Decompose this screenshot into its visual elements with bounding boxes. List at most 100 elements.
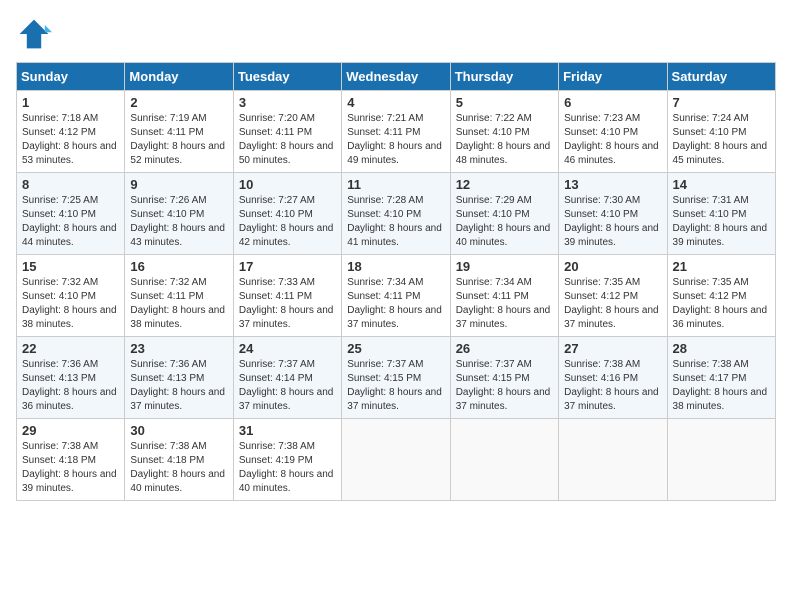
day-info: Sunrise: 7:24 AMSunset: 4:10 PMDaylight:… [673,112,770,168]
day-info: Sunrise: 7:38 AMSunset: 4:17 PMDaylight:… [673,358,770,414]
day-info: Sunrise: 7:35 AMSunset: 4:12 PMDaylight:… [673,276,770,332]
day-info: Sunrise: 7:20 AMSunset: 4:11 PMDaylight:… [239,112,336,168]
day-info: Sunrise: 7:30 AMSunset: 4:10 PMDaylight:… [564,194,661,250]
calendar-day-cell: 9Sunrise: 7:26 AMSunset: 4:10 PMDaylight… [125,173,233,255]
calendar-body: 1 Sunrise: 7:18 AMSunset: 4:12 PMDaylight… [17,91,776,501]
calendar-day-cell: 5 Sunrise: 7:22 AMSunset: 4:10 PMDaylight… [450,91,558,173]
day-info: Sunrise: 7:23 AMSunset: 4:10 PMDaylight:… [564,112,661,168]
day-number: 16 [130,259,227,274]
day-number: 22 [22,341,119,356]
calendar-day-cell: 18 Sunrise: 7:34 AMSunset: 4:11 PMDayligh… [342,255,450,337]
calendar-day-cell: 19 Sunrise: 7:34 AMSunset: 4:11 PMDayligh… [450,255,558,337]
day-info: Sunrise: 7:34 AMSunset: 4:11 PMDaylight:… [456,276,553,332]
calendar-day-cell: 28Sunrise: 7:38 AMSunset: 4:17 PMDayligh… [667,337,775,419]
weekday-header: Monday [125,63,233,91]
weekday-header: Sunday [17,63,125,91]
day-info: Sunrise: 7:25 AMSunset: 4:10 PMDaylight:… [22,194,119,250]
calendar-day-cell: 3 Sunrise: 7:20 AMSunset: 4:11 PMDaylight… [233,91,341,173]
day-info: Sunrise: 7:34 AMSunset: 4:11 PMDaylight:… [347,276,444,332]
weekday-header: Wednesday [342,63,450,91]
day-number: 14 [673,177,770,192]
calendar-day-cell: 12 Sunrise: 7:29 AMSunset: 4:10 PMDayligh… [450,173,558,255]
day-info: Sunrise: 7:38 AMSunset: 4:18 PMDaylight:… [22,440,119,496]
calendar-day-cell: 15Sunrise: 7:32 AMSunset: 4:10 PMDayligh… [17,255,125,337]
day-info: Sunrise: 7:26 AMSunset: 4:10 PMDaylight:… [130,194,227,250]
calendar-day-cell: 11Sunrise: 7:28 AMSunset: 4:10 PMDayligh… [342,173,450,255]
day-number: 17 [239,259,336,274]
day-number: 30 [130,423,227,438]
day-number: 4 [347,95,444,110]
calendar-day-cell: 25Sunrise: 7:37 AMSunset: 4:15 PMDayligh… [342,337,450,419]
calendar-week-row: 8 Sunrise: 7:25 AMSunset: 4:10 PMDaylight… [17,173,776,255]
day-number: 8 [22,177,119,192]
day-info: Sunrise: 7:21 AMSunset: 4:11 PMDaylight:… [347,112,444,168]
day-info: Sunrise: 7:29 AMSunset: 4:10 PMDaylight:… [456,194,553,250]
day-number: 20 [564,259,661,274]
day-info: Sunrise: 7:36 AMSunset: 4:13 PMDaylight:… [22,358,119,414]
calendar-day-cell [667,419,775,501]
day-number: 31 [239,423,336,438]
calendar-week-row: 15Sunrise: 7:32 AMSunset: 4:10 PMDayligh… [17,255,776,337]
calendar-day-cell: 6 Sunrise: 7:23 AMSunset: 4:10 PMDaylight… [559,91,667,173]
day-number: 7 [673,95,770,110]
day-number: 21 [673,259,770,274]
day-number: 26 [456,341,553,356]
day-info: Sunrise: 7:38 AMSunset: 4:19 PMDaylight:… [239,440,336,496]
day-number: 5 [456,95,553,110]
logo-icon [16,16,52,52]
calendar-day-cell: 4 Sunrise: 7:21 AMSunset: 4:11 PMDaylight… [342,91,450,173]
calendar-day-cell: 8 Sunrise: 7:25 AMSunset: 4:10 PMDaylight… [17,173,125,255]
calendar-day-cell: 23Sunrise: 7:36 AMSunset: 4:13 PMDayligh… [125,337,233,419]
calendar-day-cell: 20 Sunrise: 7:35 AMSunset: 4:12 PMDayligh… [559,255,667,337]
calendar-day-cell: 21 Sunrise: 7:35 AMSunset: 4:12 PMDayligh… [667,255,775,337]
day-number: 24 [239,341,336,356]
day-info: Sunrise: 7:37 AMSunset: 4:15 PMDaylight:… [456,358,553,414]
day-info: Sunrise: 7:18 AMSunset: 4:12 PMDaylight:… [22,112,119,168]
day-number: 10 [239,177,336,192]
page-header [16,16,776,52]
calendar-day-cell: 14 Sunrise: 7:31 AMSunset: 4:10 PMDayligh… [667,173,775,255]
weekday-header: Friday [559,63,667,91]
calendar-day-cell: 24 Sunrise: 7:37 AMSunset: 4:14 PMDayligh… [233,337,341,419]
calendar-day-cell [450,419,558,501]
calendar-day-cell: 29 Sunrise: 7:38 AMSunset: 4:18 PMDayligh… [17,419,125,501]
day-number: 23 [130,341,227,356]
calendar-day-cell: 17 Sunrise: 7:33 AMSunset: 4:11 PMDayligh… [233,255,341,337]
weekday-header: Tuesday [233,63,341,91]
calendar-day-cell: 27Sunrise: 7:38 AMSunset: 4:16 PMDayligh… [559,337,667,419]
calendar-day-cell: 2 Sunrise: 7:19 AMSunset: 4:11 PMDaylight… [125,91,233,173]
day-info: Sunrise: 7:32 AMSunset: 4:11 PMDaylight:… [130,276,227,332]
calendar-week-row: 1 Sunrise: 7:18 AMSunset: 4:12 PMDaylight… [17,91,776,173]
day-number: 12 [456,177,553,192]
header-row: SundayMondayTuesdayWednesdayThursdayFrid… [17,63,776,91]
calendar-day-cell: 7 Sunrise: 7:24 AMSunset: 4:10 PMDaylight… [667,91,775,173]
day-number: 3 [239,95,336,110]
day-number: 19 [456,259,553,274]
day-info: Sunrise: 7:19 AMSunset: 4:11 PMDaylight:… [130,112,227,168]
calendar-day-cell [559,419,667,501]
calendar-table: SundayMondayTuesdayWednesdayThursdayFrid… [16,62,776,501]
calendar-header: SundayMondayTuesdayWednesdayThursdayFrid… [17,63,776,91]
day-number: 29 [22,423,119,438]
calendar-day-cell: 10 Sunrise: 7:27 AMSunset: 4:10 PMDayligh… [233,173,341,255]
day-number: 6 [564,95,661,110]
calendar-day-cell: 22 Sunrise: 7:36 AMSunset: 4:13 PMDayligh… [17,337,125,419]
day-info: Sunrise: 7:31 AMSunset: 4:10 PMDaylight:… [673,194,770,250]
day-info: Sunrise: 7:35 AMSunset: 4:12 PMDaylight:… [564,276,661,332]
day-info: Sunrise: 7:27 AMSunset: 4:10 PMDaylight:… [239,194,336,250]
day-number: 2 [130,95,227,110]
day-number: 11 [347,177,444,192]
day-number: 1 [22,95,119,110]
day-info: Sunrise: 7:37 AMSunset: 4:14 PMDaylight:… [239,358,336,414]
day-number: 27 [564,341,661,356]
calendar-day-cell: 26 Sunrise: 7:37 AMSunset: 4:15 PMDayligh… [450,337,558,419]
calendar-day-cell: 30Sunrise: 7:38 AMSunset: 4:18 PMDayligh… [125,419,233,501]
calendar-day-cell: 1 Sunrise: 7:18 AMSunset: 4:12 PMDaylight… [17,91,125,173]
calendar-day-cell [342,419,450,501]
day-info: Sunrise: 7:33 AMSunset: 4:11 PMDaylight:… [239,276,336,332]
calendar-day-cell: 13 Sunrise: 7:30 AMSunset: 4:10 PMDayligh… [559,173,667,255]
day-info: Sunrise: 7:22 AMSunset: 4:10 PMDaylight:… [456,112,553,168]
calendar-week-row: 29 Sunrise: 7:38 AMSunset: 4:18 PMDayligh… [17,419,776,501]
day-number: 18 [347,259,444,274]
day-number: 13 [564,177,661,192]
